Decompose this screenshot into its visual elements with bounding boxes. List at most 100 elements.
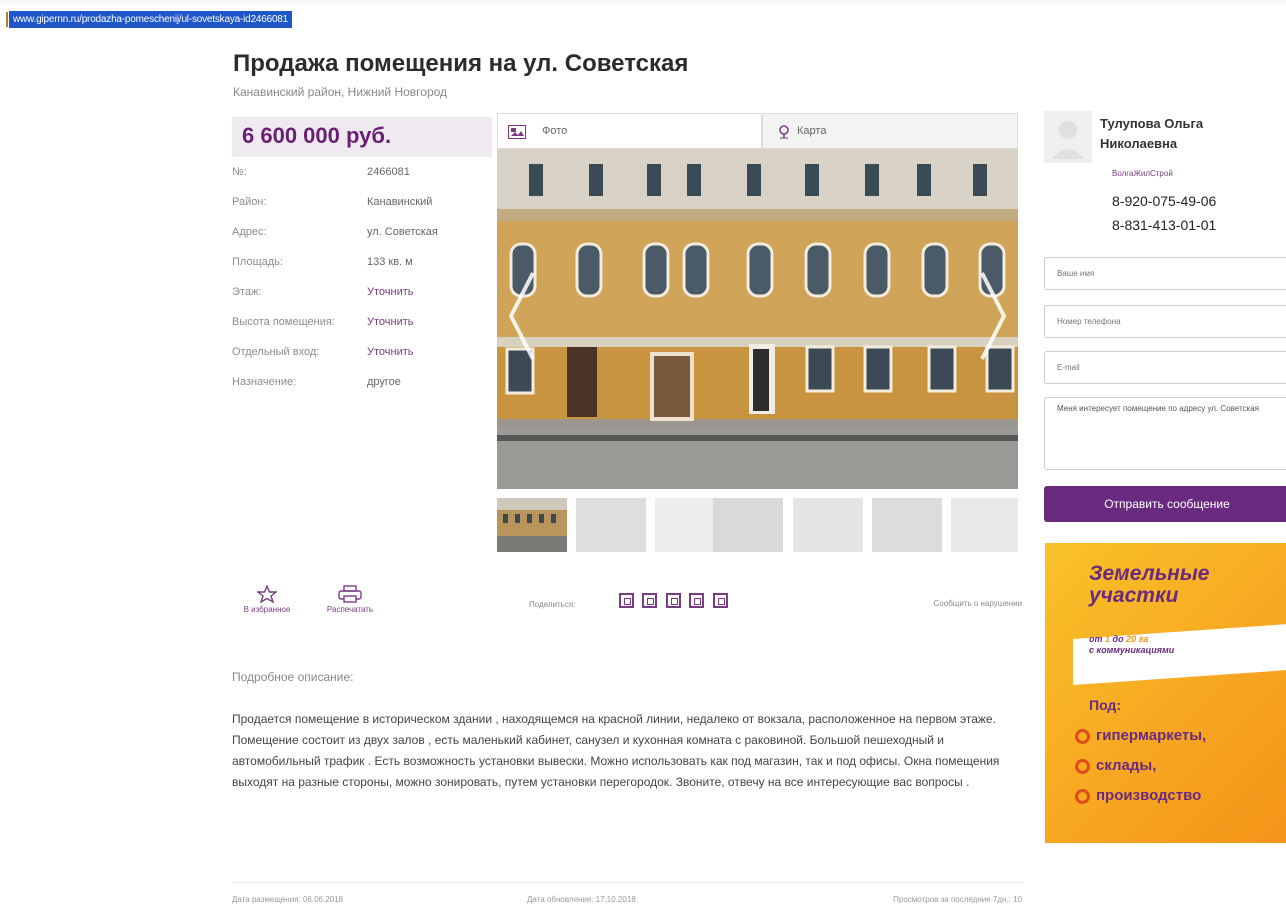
favorite-button[interactable]: В избранное (232, 585, 302, 614)
print-label: Распечатать (326, 605, 374, 614)
property-value: 133 кв. м (367, 256, 413, 268)
ad-item-text: склады, (1096, 757, 1157, 774)
ad-list-item: производство (1075, 787, 1201, 804)
thumbnail[interactable] (576, 498, 646, 552)
property-table: №: 2466081 Район: Канавинский Адрес: ул.… (232, 166, 492, 406)
thumbnail[interactable] (793, 498, 863, 552)
print-button[interactable]: Распечатать (315, 585, 385, 614)
ad-sub-number: 20 (1126, 634, 1137, 644)
property-value: другое (367, 376, 401, 388)
browser-chrome-strip (0, 0, 1286, 7)
share-label: Поделиться: (529, 600, 576, 609)
tab-map[interactable]: Карта (762, 113, 1018, 149)
ad-title-line: Земельные (1089, 562, 1210, 585)
ad-subtitle: от 1 до 20 га с коммуникациями (1089, 634, 1174, 656)
property-row: Район: Канавинский (232, 196, 492, 226)
posted-date: Дата размещения: 06.06.2018 (232, 895, 344, 904)
property-row: Назначение: другое (232, 376, 492, 406)
views-count: Просмотров за последние 7дн.: 10 (893, 895, 1022, 904)
property-label: Адрес: (232, 226, 267, 238)
clarify-link[interactable]: Уточнить (367, 286, 414, 298)
property-value: Канавинский (367, 196, 433, 208)
avatar (1044, 111, 1092, 163)
agent-company[interactable]: ВолгаЖилСтрой (1112, 169, 1173, 178)
share-twitter-icon[interactable] (665, 593, 681, 608)
ad-item-text: производство (1096, 787, 1202, 804)
property-row: Высота помещения: Уточнить (232, 316, 492, 346)
thumbnail[interactable] (951, 498, 1018, 552)
message-field[interactable]: Меня интересует помещение по адресу ул. … (1044, 397, 1286, 470)
main-photo[interactable] (497, 149, 1018, 489)
next-photo-icon[interactable] (978, 271, 1008, 361)
agent-name: Тулупова Ольга Николаевна (1100, 116, 1204, 151)
description-text: Продается помещение в историческом здани… (232, 712, 1000, 789)
property-row: Отдельный вход: Уточнить (232, 346, 492, 376)
thumbnail[interactable] (713, 498, 783, 552)
ad-list-item: гипермаркеты, (1075, 727, 1206, 744)
ad-sub-unit: га (1138, 634, 1149, 644)
text-cursor (6, 12, 8, 27)
property-label: Высота помещения: (232, 316, 335, 328)
share-mail-icon[interactable] (712, 593, 728, 608)
gallery-tabs: Фото Карта (497, 113, 1018, 149)
thumbnail-strip (497, 498, 1018, 552)
phone-field[interactable] (1044, 305, 1286, 338)
agent-phone: 8-920-075-49-06 (1112, 193, 1217, 209)
share-vk-icon[interactable] (619, 593, 634, 608)
ad-sub-text: от (1089, 634, 1103, 644)
ad-banner[interactable]: Земельные участки от 1 до 20 га с коммун… (1045, 543, 1286, 843)
property-label: Район: (232, 196, 267, 208)
ad-title-line: участки (1089, 584, 1179, 607)
tab-photo[interactable]: Фото (497, 113, 762, 149)
address-bar[interactable]: www.gipernn.ru/prodazha-pomeschenij/ul-s… (0, 0, 1286, 36)
building-facade-image (497, 149, 1018, 489)
send-message-button[interactable]: Отправить сообщение (1044, 486, 1286, 522)
url-selected-text[interactable]: www.gipernn.ru/prodazha-pomeschenij/ul-s… (9, 11, 293, 28)
actions-row: В избранное Распечатать Поделиться: Сооб… (232, 585, 1022, 635)
property-label: Назначение: (232, 376, 297, 388)
thumbnail[interactable] (872, 498, 942, 552)
updated-date: Дата обновления: 17.10.2018 (527, 895, 636, 904)
price: 6 600 000 руб. (242, 123, 392, 148)
user-silhouette-icon (1052, 121, 1084, 159)
email-field[interactable] (1044, 351, 1286, 384)
tab-label: Фото (542, 125, 568, 137)
photo-icon (508, 125, 526, 139)
ad-sub-number: 1 (1105, 634, 1111, 644)
ad-under-label: Под: (1089, 697, 1121, 713)
property-label: №: (232, 166, 247, 178)
property-label: Этаж: (232, 286, 262, 298)
thumbnail[interactable] (497, 498, 567, 552)
ad-title: Земельные участки (1089, 563, 1209, 607)
property-row: №: 2466081 (232, 166, 492, 196)
share-icons (619, 593, 732, 613)
property-label: Площадь: (232, 256, 283, 268)
price-box: 6 600 000 руб. (232, 117, 492, 157)
ad-sub-text: с коммуникациями (1089, 645, 1175, 655)
share-odnoklassniki-icon[interactable] (689, 593, 705, 608)
listing-meta: Дата размещения: 06.06.2018 Дата обновле… (232, 882, 1022, 904)
agent-phone: 8-831-413-01-01 (1112, 217, 1217, 233)
description-title: Подробное описание: (232, 670, 354, 684)
property-row: Площадь: 133 кв. м (232, 256, 492, 286)
printer-icon (338, 585, 362, 603)
bullet-icon (1075, 788, 1090, 804)
report-violation-link[interactable]: Сообщить о нарушении (934, 599, 1022, 608)
property-value: ул. Советская (367, 226, 438, 238)
property-value: 2466081 (367, 166, 410, 178)
share-facebook-icon[interactable] (642, 593, 658, 608)
tab-label: Карта (797, 125, 827, 137)
favorite-label: В избранное (243, 605, 291, 614)
ad-list-item: склады, (1075, 757, 1156, 774)
property-label: Отдельный вход: (232, 346, 320, 358)
ad-item-text: гипермаркеты, (1096, 727, 1207, 744)
clarify-link[interactable]: Уточнить (367, 316, 414, 328)
star-icon (257, 585, 277, 603)
location-subtitle: Канавинский район, Нижний Новгород (233, 85, 448, 99)
clarify-link[interactable]: Уточнить (367, 346, 414, 358)
name-field[interactable] (1044, 257, 1286, 290)
map-pin-icon (779, 125, 789, 139)
prev-photo-icon[interactable] (507, 271, 537, 361)
bullet-icon (1075, 758, 1090, 774)
ad-sub-text: до (1112, 634, 1124, 644)
